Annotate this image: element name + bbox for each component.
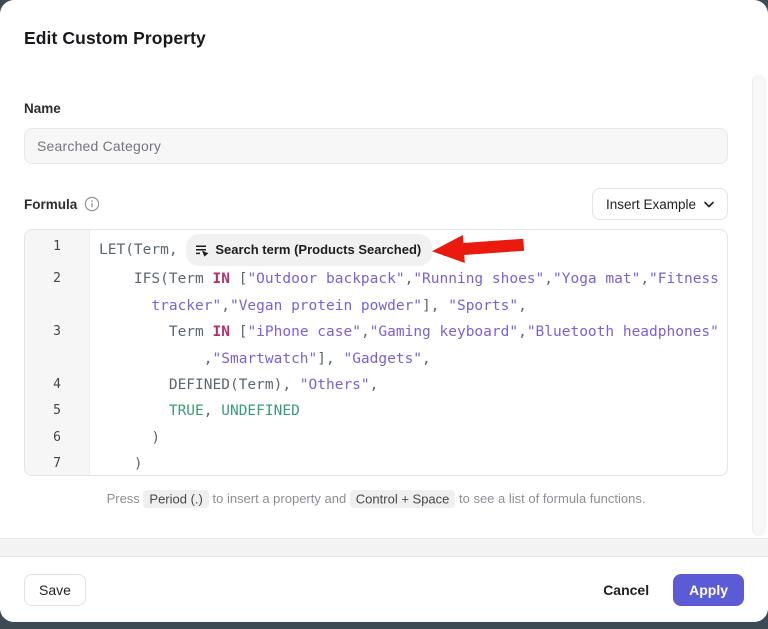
name-input[interactable]: Searched Category <box>24 128 728 164</box>
dialog-title: Edit Custom Property <box>24 28 744 49</box>
dialog-footer: Save Cancel Apply <box>0 557 768 622</box>
formula-header: Formula Insert Example <box>24 188 728 220</box>
hint-middle: to insert a property and <box>209 491 350 506</box>
code-text: DEFINED(Term), "Others", <box>89 372 727 398</box>
dialog-header: Edit Custom Property <box>0 0 768 49</box>
code-row: tracker","Vegan protein powder"], "Sport… <box>25 293 727 319</box>
hint-suffix: to see a list of formula functions. <box>455 491 645 506</box>
edit-custom-property-dialog: Edit Custom Property Name Searched Categ… <box>0 0 768 622</box>
footer-separator-band <box>0 538 768 557</box>
code-text: tracker","Vegan protein powder"], "Sport… <box>89 293 727 319</box>
insert-example-label: Insert Example <box>606 197 696 212</box>
code-text: LET(Term, Search term (Products Searched… <box>89 234 727 266</box>
formula-editor[interactable]: 1LET(Term, Search term (Products Searche… <box>24 229 728 476</box>
code-row: 1LET(Term, Search term (Products Searche… <box>25 234 727 266</box>
line-number: 3 <box>25 319 89 345</box>
code-text: TRUE, UNDEFINED <box>89 398 727 424</box>
cancel-button[interactable]: Cancel <box>601 574 651 606</box>
code-text: ) <box>89 425 727 451</box>
line-number <box>25 346 89 372</box>
code-row: 5 TRUE, UNDEFINED <box>25 398 727 424</box>
kbd-control-space: Control + Space <box>350 490 456 508</box>
line-number: 2 <box>25 266 89 292</box>
code-row: ,"Smartwatch"], "Gadgets", <box>25 346 727 372</box>
property-chip-label: Search term (Products Searched) <box>215 237 421 263</box>
code-text: ) <box>89 451 727 476</box>
save-button[interactable]: Save <box>24 574 86 606</box>
line-number: 6 <box>25 425 89 451</box>
property-chip[interactable]: Search term (Products Searched) <box>186 234 432 266</box>
line-number: 5 <box>25 398 89 424</box>
dialog-body: Name Searched Category Formula Insert Ex… <box>0 49 768 506</box>
name-label: Name <box>24 101 728 116</box>
line-number: 7 <box>25 451 89 476</box>
line-number: 4 <box>25 372 89 398</box>
code-text: IFS(Term IN ["Outdoor backpack","Running… <box>89 266 727 292</box>
insert-example-button[interactable]: Insert Example <box>592 188 728 220</box>
shortcut-hint: Press Period (.) to insert a property an… <box>24 491 728 506</box>
vertical-scrollbar[interactable] <box>752 75 766 536</box>
name-input-value: Searched Category <box>37 138 161 154</box>
chevron-down-icon <box>704 201 714 208</box>
info-icon[interactable] <box>84 196 100 212</box>
formula-editor-rows: 1LET(Term, Search term (Products Searche… <box>25 234 727 476</box>
apply-button[interactable]: Apply <box>673 574 744 606</box>
code-row: 4 DEFINED(Term), "Others", <box>25 372 727 398</box>
code-row: 7 ) <box>25 451 727 476</box>
line-number: 1 <box>25 234 89 266</box>
line-number <box>25 293 89 319</box>
code-row: 2 IFS(Term IN ["Outdoor backpack","Runni… <box>25 266 727 292</box>
red-arrow-annotation <box>428 229 528 272</box>
search-term-property-icon <box>195 243 209 257</box>
code-row: 6 ) <box>25 425 727 451</box>
kbd-period: Period (.) <box>143 490 208 508</box>
code-text: ,"Smartwatch"], "Gadgets", <box>89 346 727 372</box>
code-text: Term IN ["iPhone case","Gaming keyboard"… <box>89 319 727 345</box>
code-row: 3 Term IN ["iPhone case","Gaming keyboar… <box>25 319 727 345</box>
hint-prefix: Press <box>107 491 144 506</box>
formula-label: Formula <box>24 197 77 212</box>
